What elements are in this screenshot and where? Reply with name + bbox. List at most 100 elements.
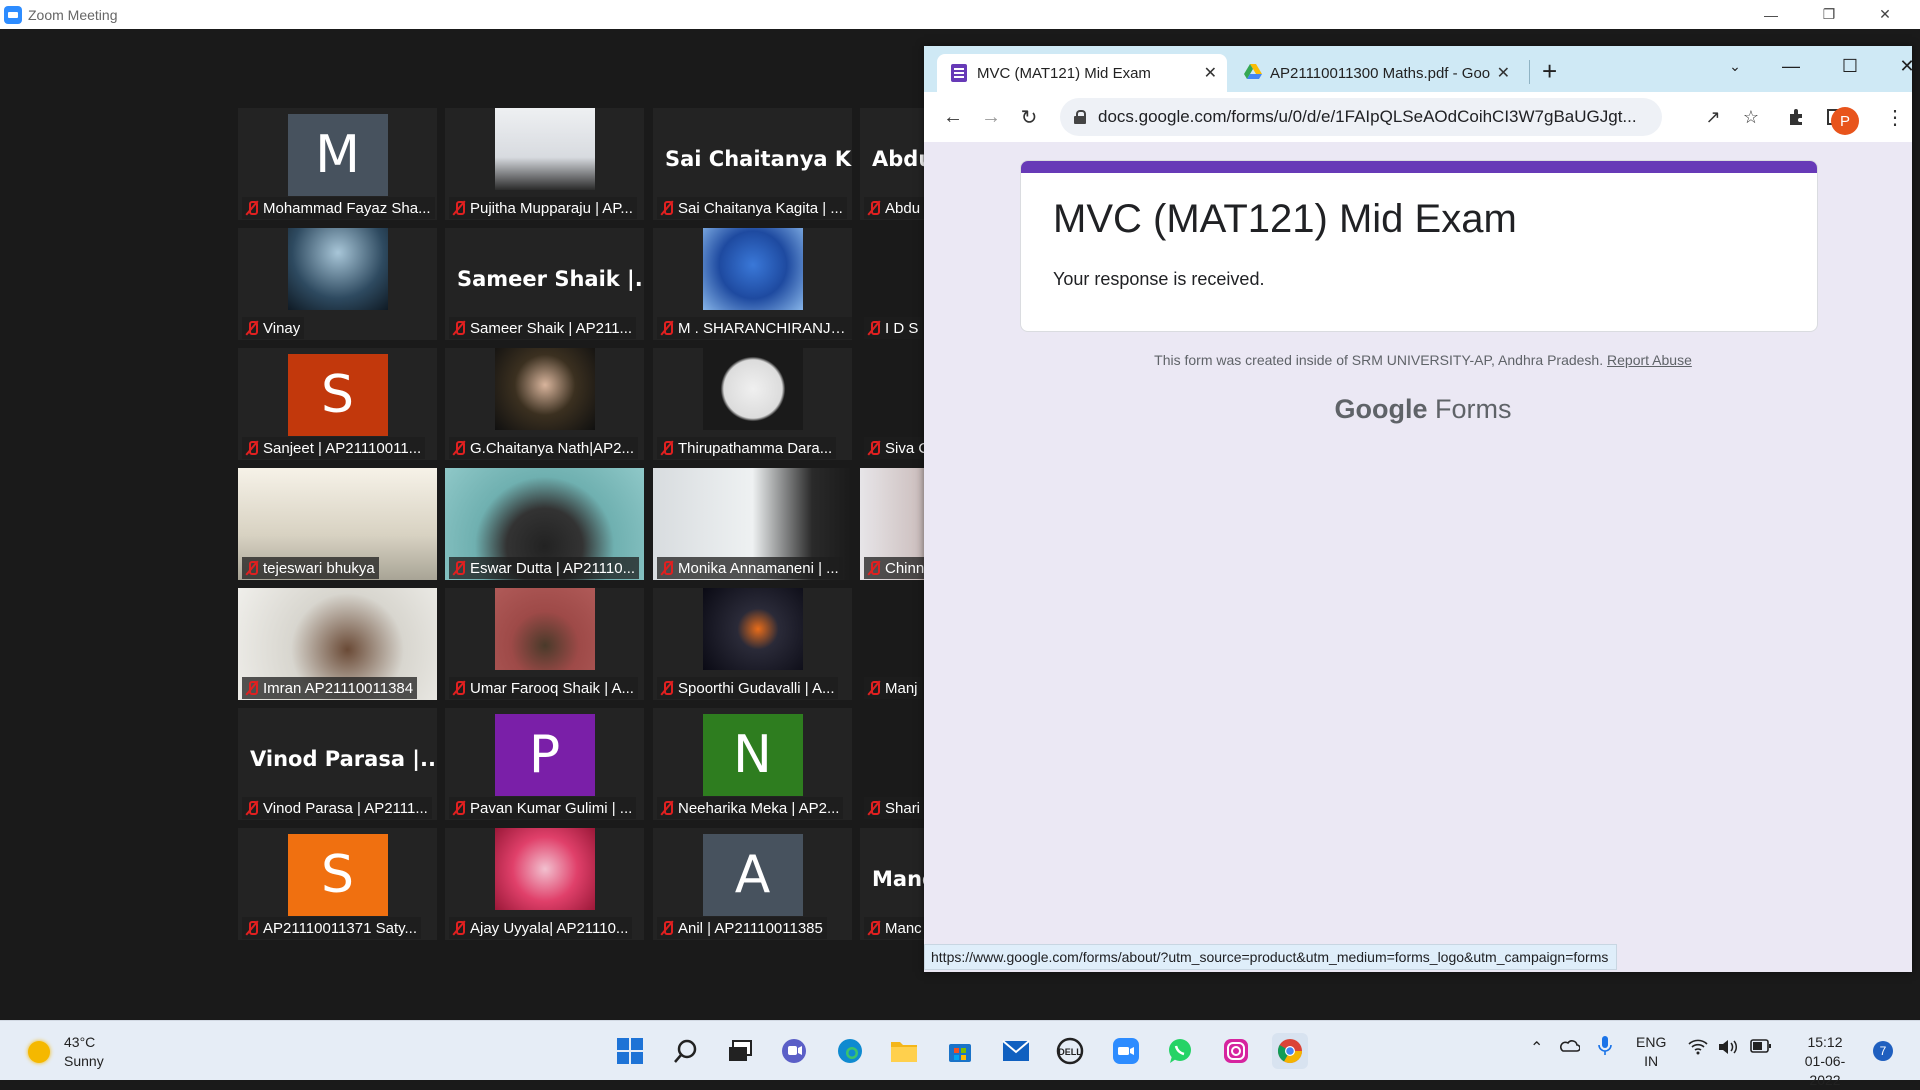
notification-badge[interactable]: 7 <box>1873 1041 1893 1061</box>
muted-mic-icon <box>867 680 881 696</box>
edge-browser-icon[interactable] <box>832 1033 868 1069</box>
participant-tile[interactable]: Ajay Uyyala| AP21110... <box>445 828 644 940</box>
muted-mic-icon <box>660 920 674 936</box>
tab-mvc-exam[interactable]: MVC (MAT121) Mid Exam ✕ <box>937 54 1227 92</box>
participant-name: Shari <box>885 799 921 817</box>
whatsapp-icon[interactable] <box>1162 1033 1198 1069</box>
mail-icon[interactable] <box>998 1033 1034 1069</box>
weather-widget[interactable]: 43°C Sunny <box>28 1033 104 1071</box>
participant-avatar: M <box>287 114 388 196</box>
participant-tile[interactable]: Vinay <box>238 228 437 340</box>
address-bar[interactable]: docs.google.com/forms/u/0/d/e/1FAIpQLSeA… <box>1060 98 1662 136</box>
wifi-icon[interactable] <box>1688 1039 1708 1060</box>
form-footer: This form was created inside of SRM UNIV… <box>924 352 1912 368</box>
share-icon[interactable]: ↗ <box>1702 106 1724 128</box>
volume-icon[interactable] <box>1718 1039 1740 1060</box>
forward-arrow-icon[interactable]: → <box>978 104 1004 130</box>
participant-name: Umar Farooq Shaik | A... <box>470 679 634 697</box>
form-confirmation-message: Your response is received. <box>1053 269 1265 289</box>
google-wordmark: Google <box>1334 394 1428 424</box>
participant-tile[interactable]: Sai Chaitanya K...Sai Chaitanya Kagita |… <box>653 108 852 220</box>
participant-tile[interactable]: M . SHARANCHIRANJE... <box>653 228 852 340</box>
participant-name-label: Vinay <box>242 317 305 339</box>
dell-icon[interactable]: DELL <box>1052 1033 1088 1069</box>
new-tab-button[interactable]: + <box>1542 56 1557 87</box>
instagram-icon[interactable] <box>1218 1033 1254 1069</box>
file-explorer-icon[interactable] <box>886 1033 922 1069</box>
chrome-maximize-button[interactable]: ☐ <box>1827 46 1873 86</box>
participant-tile[interactable]: N Neeharika Meka | AP2... <box>653 708 852 820</box>
participant-tile[interactable]: Eswar Dutta | AP21110... <box>445 468 644 580</box>
participant-tile[interactable]: M Mohammad Fayaz Sha... <box>238 108 437 220</box>
menu-kebab-icon[interactable]: ⋮ <box>1884 106 1906 129</box>
link-status-bar: https://www.google.com/forms/about/?utm_… <box>924 944 1618 970</box>
form-title: MVC (MAT121) Mid Exam <box>1053 197 1517 241</box>
participant-tile[interactable]: Vinod Parasa |... Vinod Parasa | AP2111..… <box>238 708 437 820</box>
participant-name-label: Anil | AP21110011385 <box>657 917 827 939</box>
participant-tile[interactable]: Monika Annamaneni | ... <box>653 468 852 580</box>
participant-tile[interactable]: Spoorthi Gudavalli | A... <box>653 588 852 700</box>
tab-search-icon[interactable]: ⌄ <box>1712 46 1758 86</box>
participant-name: Imran AP21110011384 <box>263 679 414 697</box>
close-button[interactable]: ✕ <box>1862 0 1908 29</box>
participant-name: Thirupathamma Dara... <box>678 439 833 457</box>
participant-name: Mohammad Fayaz Sha... <box>263 199 431 217</box>
minimize-button[interactable]: — <box>1748 0 1794 29</box>
battery-icon[interactable] <box>1750 1039 1772 1058</box>
muted-mic-icon <box>452 560 466 576</box>
clock[interactable]: 15:12 01-06-2022 <box>1790 1033 1860 1090</box>
participant-name-label: tejeswari bhukya <box>242 557 379 579</box>
weather-condition: Sunny <box>64 1053 104 1069</box>
profile-avatar[interactable]: P <box>1831 107 1859 135</box>
participant-tile[interactable]: A Anil | AP21110011385 <box>653 828 852 940</box>
zoom-app-icon[interactable] <box>1108 1033 1144 1069</box>
chrome-minimize-button[interactable]: — <box>1768 46 1814 86</box>
close-tab-icon[interactable]: ✕ <box>1497 63 1510 83</box>
onedrive-cloud-icon[interactable] <box>1558 1037 1581 1058</box>
language-code: ENG <box>1636 1034 1667 1050</box>
participant-tile[interactable]: P Pavan Kumar Gulimi | ... <box>445 708 644 820</box>
participant-tile[interactable]: S Sanjeet | AP21110011... <box>238 348 437 460</box>
participant-name-label: AP21110011371 Saty... <box>242 917 422 939</box>
restore-button[interactable]: ❐ <box>1806 0 1852 29</box>
participant-tile[interactable]: Sameer Shaik |... Sameer Shaik | AP211... <box>445 228 644 340</box>
participant-name: Sanjeet | AP21110011... <box>263 439 422 457</box>
participant-name-label: Sanjeet | AP21110011... <box>242 437 426 459</box>
microsoft-store-icon[interactable] <box>942 1033 978 1069</box>
participant-name-label: Chinn <box>864 557 929 579</box>
participant-name-label: Shari <box>864 797 925 819</box>
language-indicator[interactable]: ENG IN <box>1636 1033 1666 1071</box>
close-tab-icon[interactable]: ✕ <box>1204 63 1217 83</box>
participant-tile[interactable]: Thirupathamma Dara... <box>653 348 852 460</box>
url-text[interactable]: docs.google.com/forms/u/0/d/e/1FAIpQLSeA… <box>1098 107 1638 127</box>
svg-text:DELL: DELL <box>1058 1047 1082 1057</box>
lock-icon[interactable] <box>1074 110 1086 124</box>
start-windows-icon[interactable] <box>612 1033 648 1069</box>
report-abuse-link[interactable]: Report Abuse <box>1607 352 1692 368</box>
muted-mic-icon <box>245 560 259 576</box>
windows-taskbar: 43°C Sunny DELL ⌃ ENG IN 15:12 01-06-202… <box>0 1020 1920 1088</box>
participant-name: M . SHARANCHIRANJE... <box>678 319 848 337</box>
participant-tile[interactable]: Pujitha Mupparaju | AP... <box>445 108 644 220</box>
microphone-icon[interactable] <box>1598 1035 1612 1062</box>
chrome-close-button[interactable]: ✕ <box>1884 46 1920 86</box>
participant-tile[interactable]: tejeswari bhukya <box>238 468 437 580</box>
participant-tile[interactable]: G.Chaitanya Nath|AP2... <box>445 348 644 460</box>
participant-tile[interactable]: Umar Farooq Shaik | A... <box>445 588 644 700</box>
task-view-icon[interactable] <box>722 1033 758 1069</box>
show-hidden-icons-icon[interactable]: ⌃ <box>1530 1039 1543 1058</box>
muted-mic-icon <box>245 200 259 216</box>
google-forms-logo[interactable]: Google Forms <box>924 394 1912 425</box>
extensions-puzzle-icon[interactable] <box>1786 106 1808 128</box>
reload-icon[interactable]: ↻ <box>1016 104 1042 130</box>
participant-tile[interactable]: Imran AP21110011384 <box>238 588 437 700</box>
back-arrow-icon[interactable]: ← <box>940 104 966 130</box>
tab-maths-pdf[interactable]: AP21110011300 Maths.pdf - Goo ✕ <box>1230 54 1520 92</box>
chrome-window: MVC (MAT121) Mid Exam ✕ AP21110011300 Ma… <box>924 46 1915 972</box>
chrome-app-icon[interactable] <box>1272 1033 1308 1069</box>
search-icon[interactable] <box>668 1033 704 1069</box>
muted-mic-icon <box>660 440 674 456</box>
participant-tile[interactable]: S AP21110011371 Saty... <box>238 828 437 940</box>
participant-name: I D S <box>885 319 919 337</box>
teams-chat-icon[interactable] <box>776 1033 812 1069</box>
